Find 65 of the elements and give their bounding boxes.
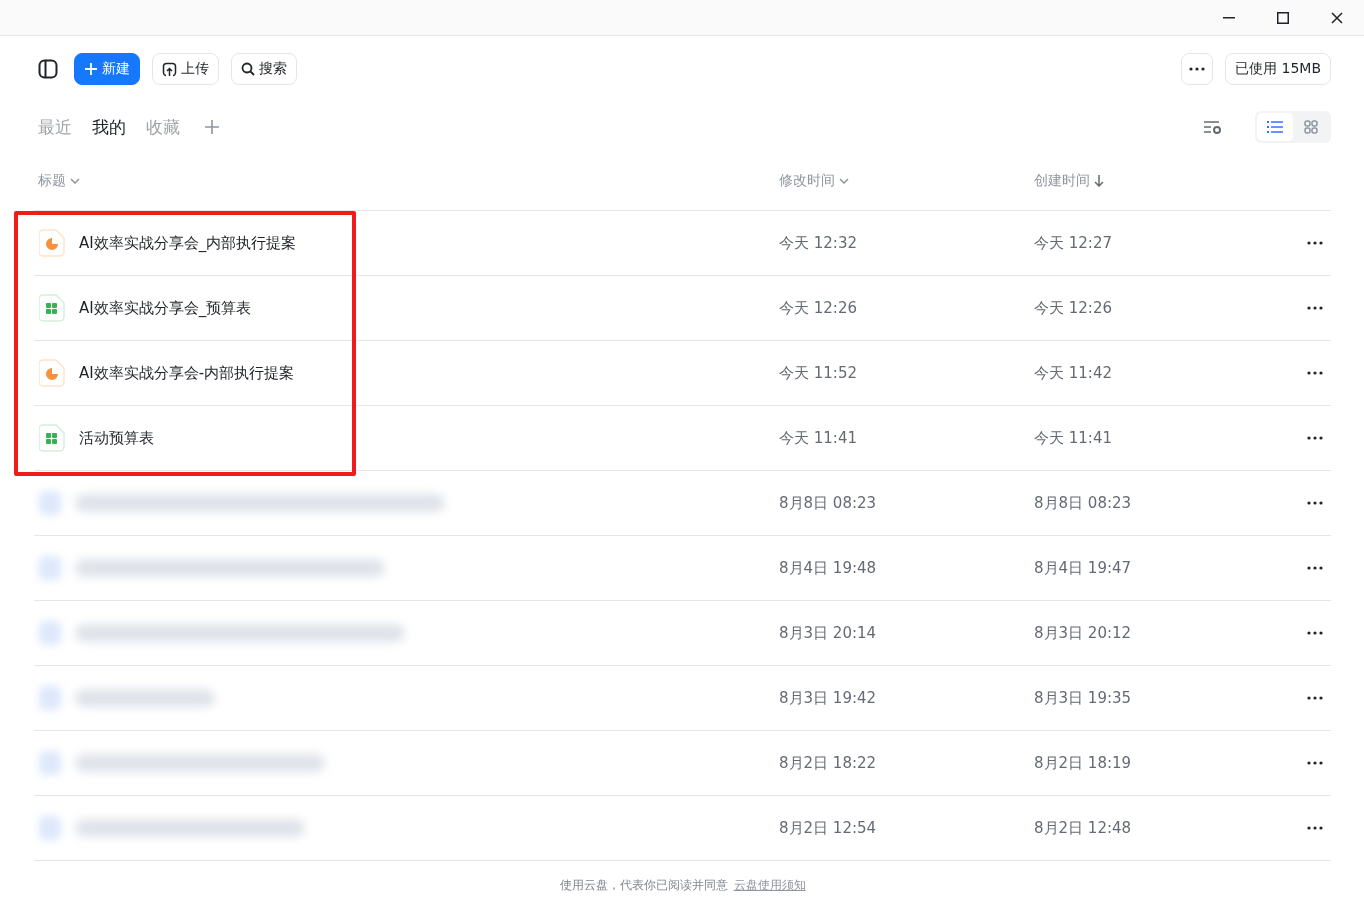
plus-icon [84, 62, 98, 76]
presentation-file-icon [39, 229, 65, 257]
file-title[interactable]: 活动预算表 [79, 428, 154, 448]
file-title[interactable]: AI效率实战分享会-内部执行提案 [79, 363, 295, 383]
grid-icon [1304, 120, 1318, 134]
upload-button[interactable]: 上传 [152, 53, 219, 85]
modified-time: 今天 12:26 [778, 298, 858, 318]
blurred-file-icon [39, 816, 61, 840]
more-icon [1307, 761, 1323, 765]
modified-time: 今天 11:52 [778, 363, 858, 383]
blurred-file-icon [39, 556, 61, 580]
created-time: 今天 12:26 [1033, 298, 1113, 318]
more-icon [1307, 501, 1323, 505]
blurred-file-icon [39, 686, 61, 710]
created-time: 8月2日 18:19 [1033, 753, 1133, 773]
created-time: 今天 12:27 [1033, 233, 1113, 253]
created-time: 今天 11:41 [1033, 428, 1113, 448]
more-icon [1307, 826, 1323, 830]
close-icon [1331, 11, 1343, 24]
storage-usage[interactable]: 已使用 15MB [1225, 53, 1331, 85]
more-icon [1307, 371, 1323, 375]
modified-time: 今天 12:32 [778, 233, 858, 253]
tab[interactable]: 我的 [92, 115, 126, 139]
minimize-icon [1223, 16, 1235, 19]
file-title[interactable]: AI效率实战分享会_预算表 [79, 298, 252, 318]
modified-time: 今天 11:41 [778, 428, 858, 448]
created-time: 8月3日 20:12 [1033, 623, 1133, 643]
more-icon [1307, 306, 1323, 310]
chevron-down-icon [839, 178, 849, 184]
modified-time: 8月2日 18:22 [778, 753, 878, 773]
modified-time: 8月2日 12:54 [778, 818, 878, 838]
more-icon [1307, 631, 1323, 635]
maximize-icon [1277, 11, 1289, 24]
more-icon [1307, 566, 1323, 570]
created-time: 8月3日 19:35 [1033, 688, 1133, 708]
created-time: 8月4日 19:47 [1033, 558, 1133, 578]
presentation-file-icon [39, 359, 65, 387]
new-button[interactable]: 新建 [74, 53, 140, 85]
more-icon [1307, 696, 1323, 700]
spreadsheet-file-icon [39, 424, 65, 452]
upload-icon [162, 61, 177, 77]
list-icon [1267, 120, 1283, 134]
arrow-down-icon [1094, 175, 1104, 187]
chevron-down-icon [70, 178, 80, 184]
more-icon [1189, 67, 1206, 71]
plus-icon [204, 119, 220, 135]
search-icon [241, 62, 255, 76]
created-time: 8月8日 08:23 [1033, 493, 1133, 513]
created-time: 8月2日 12:48 [1033, 818, 1133, 838]
modified-time: 8月3日 19:42 [778, 688, 878, 708]
blurred-file-icon [39, 491, 61, 515]
blurred-file-icon [39, 751, 61, 775]
search-button[interactable]: 搜索 [231, 53, 297, 85]
modified-time: 8月8日 08:23 [778, 493, 878, 513]
modified-time: 8月4日 19:48 [778, 558, 878, 578]
blurred-file-icon [39, 621, 61, 645]
footer-notice: 使用云盘，代表你已阅读并同意 [559, 877, 728, 894]
list-view-button[interactable] [1257, 113, 1293, 141]
more-icon [1307, 436, 1323, 440]
created-time: 今天 11:42 [1033, 363, 1113, 383]
modified-time: 8月3日 20:14 [778, 623, 878, 643]
spreadsheet-file-icon [39, 294, 65, 322]
more-icon [1307, 241, 1323, 245]
file-title[interactable]: AI效率实战分享会_内部执行提案 [79, 233, 297, 253]
filter-settings-icon [1203, 119, 1223, 135]
